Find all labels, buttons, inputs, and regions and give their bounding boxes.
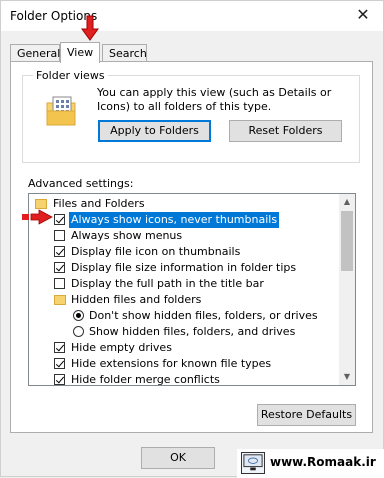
radio-button[interactable] — [73, 310, 84, 321]
folder-views-icon — [46, 96, 76, 126]
checkbox[interactable] — [54, 230, 65, 241]
tree-item-label: Files and Folders — [53, 197, 145, 210]
option-label: Always show menus — [71, 229, 183, 242]
close-icon[interactable]: ✕ — [353, 5, 373, 25]
folder-icon — [35, 199, 47, 209]
watermark-text: www.Romaak.ir — [270, 455, 376, 469]
scroll-up-icon[interactable]: ▲ — [339, 194, 355, 210]
ok-button[interactable]: OK — [141, 447, 215, 469]
reset-folders-button[interactable]: Reset Folders — [229, 120, 342, 142]
checkbox[interactable] — [54, 358, 65, 369]
tree-item-label: Hidden files and folders — [71, 293, 202, 306]
option-label: Hide empty drives — [71, 341, 172, 354]
advanced-settings-label: Advanced settings: — [28, 177, 134, 190]
folder-views-title: Folder views — [33, 69, 108, 82]
folder-views-description: You can apply this view (such as Details… — [97, 86, 332, 113]
checkbox[interactable] — [54, 278, 65, 289]
vertical-scrollbar[interactable]: ▲ ▼ — [339, 194, 355, 385]
option-label: Display file icon on thumbnails — [71, 245, 241, 258]
tab-search-label: Search — [109, 47, 147, 60]
radio-button[interactable] — [73, 326, 84, 337]
folder-options-dialog: Folder Options ✕ General View Search Fol… — [0, 0, 384, 478]
option-label: Hide extensions for known file types — [71, 357, 272, 370]
scroll-down-icon[interactable]: ▼ — [339, 369, 355, 385]
option-label: Hide folder merge conflicts — [71, 373, 220, 386]
option-label: Display the full path in the title bar — [71, 277, 264, 290]
right-arrow-annotation-icon — [22, 209, 53, 225]
checkbox[interactable] — [54, 214, 65, 225]
option-label: Always show icons, never thumbnails — [69, 212, 280, 228]
checkbox[interactable] — [54, 374, 65, 385]
watermark-logo: www.Romaak.ir — [237, 449, 384, 478]
tab-general-label: General — [17, 47, 61, 60]
checkbox[interactable] — [54, 246, 65, 257]
advanced-settings-list[interactable]: Files and Folders Always show icons, nev… — [28, 193, 356, 386]
tab-view-label: View — [67, 46, 94, 59]
restore-defaults-button[interactable]: Restore Defaults — [257, 404, 356, 426]
checkbox[interactable] — [54, 342, 65, 353]
title-bar: Folder Options ✕ — [1, 1, 383, 31]
tab-view[interactable]: View — [60, 42, 100, 63]
option-label: Show hidden files, folders, and drives — [89, 325, 296, 338]
checkbox[interactable] — [54, 262, 65, 273]
tab-search[interactable]: Search — [102, 44, 147, 61]
option-label: Display file size information in folder … — [71, 261, 297, 274]
option-label: Don't show hidden files, folders, or dri… — [89, 309, 318, 322]
scrollbar-thumb[interactable] — [341, 211, 353, 271]
tab-general[interactable]: General — [10, 44, 60, 61]
monitor-logo-icon — [241, 452, 265, 474]
folder-icon — [54, 295, 66, 305]
down-arrow-annotation-icon — [81, 15, 99, 41]
apply-to-folders-button[interactable]: Apply to Folders — [98, 120, 211, 142]
